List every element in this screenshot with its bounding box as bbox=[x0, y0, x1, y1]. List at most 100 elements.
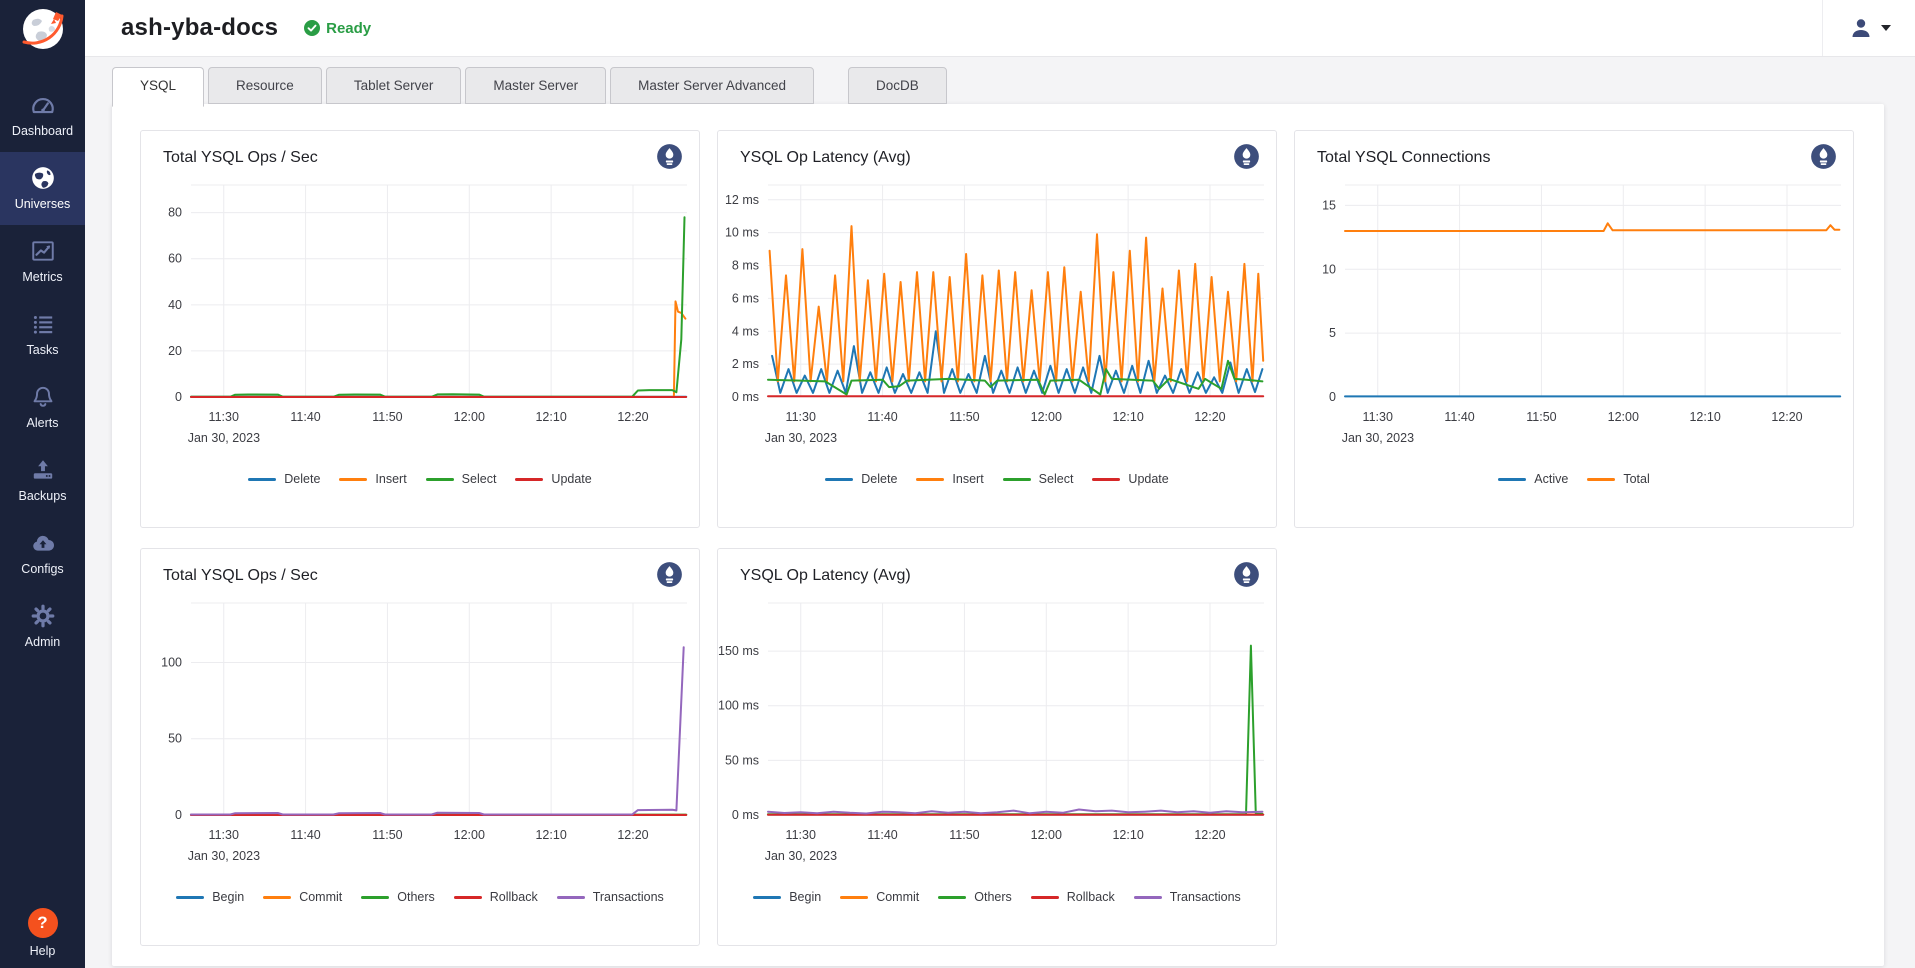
sidebar-item-backups[interactable]: Backups bbox=[0, 444, 85, 517]
svg-text:4 ms: 4 ms bbox=[732, 324, 759, 338]
status-label: Ready bbox=[326, 20, 371, 37]
sidebar-item-metrics[interactable]: Metrics bbox=[0, 225, 85, 298]
sidebar-item-dashboard[interactable]: Dashboard bbox=[0, 79, 85, 152]
chart-plot: 11:3011:4011:5012:0012:1012:20051015Jan … bbox=[1295, 169, 1853, 470]
sidebar-item-label: Admin bbox=[25, 635, 60, 649]
legend-swatch bbox=[1092, 478, 1120, 481]
bell-icon bbox=[30, 384, 56, 410]
svg-text:80: 80 bbox=[168, 206, 182, 220]
sidebar-item-help[interactable]: ? Help bbox=[0, 908, 85, 958]
chart-card-ysql-op-latency: YSQL Op Latency (Avg) 11:3011:4011:5012:… bbox=[717, 130, 1277, 528]
svg-text:11:40: 11:40 bbox=[290, 410, 320, 424]
legend-label: Commit bbox=[299, 890, 342, 904]
tab-content-panel: Total YSQL Ops / Sec 11:3011:4011:5012:0… bbox=[112, 104, 1884, 966]
tab-resource[interactable]: Resource bbox=[208, 67, 322, 104]
chart-card-total-ysql-ops: Total YSQL Ops / Sec 11:3011:4011:5012:0… bbox=[140, 130, 700, 528]
svg-text:2 ms: 2 ms bbox=[732, 357, 759, 371]
svg-text:12:10: 12:10 bbox=[535, 410, 566, 424]
legend-item[interactable]: Rollback bbox=[454, 890, 538, 904]
legend-item[interactable]: Insert bbox=[916, 472, 983, 486]
sidebar-item-admin[interactable]: Admin bbox=[0, 590, 85, 663]
sidebar-item-alerts[interactable]: Alerts bbox=[0, 371, 85, 444]
legend-item[interactable]: Commit bbox=[840, 890, 919, 904]
svg-text:Jan 30, 2023: Jan 30, 2023 bbox=[188, 431, 260, 445]
legend-item[interactable]: Select bbox=[1003, 472, 1074, 486]
svg-text:8 ms: 8 ms bbox=[732, 259, 759, 273]
svg-text:Jan 30, 2023: Jan 30, 2023 bbox=[765, 431, 837, 445]
legend-label: Total bbox=[1623, 472, 1649, 486]
sidebar-item-label: Configs bbox=[21, 562, 63, 576]
legend-item[interactable]: Active bbox=[1498, 472, 1568, 486]
main-content: YSQL Resource Tablet Server Master Serve… bbox=[85, 57, 1915, 968]
legend-item[interactable]: Select bbox=[426, 472, 497, 486]
tab-ysql[interactable]: YSQL bbox=[112, 67, 204, 107]
svg-text:12:00: 12:00 bbox=[454, 410, 485, 424]
tab-master-server[interactable]: Master Server bbox=[465, 67, 606, 104]
legend-swatch bbox=[426, 478, 454, 481]
metrics-tabs: YSQL Resource Tablet Server Master Serve… bbox=[112, 67, 951, 107]
svg-text:12:20: 12:20 bbox=[1771, 410, 1802, 424]
svg-text:12:20: 12:20 bbox=[1194, 828, 1225, 842]
legend-swatch bbox=[248, 478, 276, 481]
legend-item[interactable]: Commit bbox=[263, 890, 342, 904]
legend-item[interactable]: Update bbox=[1092, 472, 1168, 486]
legend-item[interactable]: Others bbox=[361, 890, 435, 904]
task-list-icon bbox=[30, 311, 56, 337]
chart-legend: Delete Insert Select Update bbox=[141, 472, 699, 486]
tab-tablet-server[interactable]: Tablet Server bbox=[326, 67, 462, 104]
legend-item[interactable]: Transactions bbox=[1134, 890, 1241, 904]
chart-legend: Begin Commit Others Rollback Transactions bbox=[141, 890, 699, 904]
svg-text:12:20: 12:20 bbox=[617, 828, 648, 842]
legend-label: Update bbox=[551, 472, 591, 486]
legend-item[interactable]: Insert bbox=[339, 472, 406, 486]
svg-text:40: 40 bbox=[168, 298, 182, 312]
prometheus-link-icon[interactable] bbox=[1233, 561, 1260, 588]
legend-label: Transactions bbox=[593, 890, 664, 904]
legend-item[interactable]: Delete bbox=[248, 472, 320, 486]
svg-text:150 ms: 150 ms bbox=[718, 644, 759, 658]
sidebar-item-universes[interactable]: Universes bbox=[0, 152, 85, 225]
prometheus-link-icon[interactable] bbox=[1810, 143, 1837, 170]
legend-item[interactable]: Rollback bbox=[1031, 890, 1115, 904]
sidebar-item-tasks[interactable]: Tasks bbox=[0, 298, 85, 371]
yugabyte-logo-icon bbox=[20, 6, 66, 52]
legend-label: Rollback bbox=[1067, 890, 1115, 904]
tab-docdb[interactable]: DocDB bbox=[848, 67, 947, 104]
sidebar-item-configs[interactable]: Configs bbox=[0, 517, 85, 590]
svg-text:0 ms: 0 ms bbox=[732, 808, 759, 822]
svg-text:11:40: 11:40 bbox=[1444, 410, 1474, 424]
legend-item[interactable]: Delete bbox=[825, 472, 897, 486]
svg-text:0: 0 bbox=[1329, 390, 1336, 404]
chart-title: YSQL Op Latency (Avg) bbox=[740, 149, 911, 166]
user-menu[interactable] bbox=[1822, 0, 1915, 56]
svg-text:11:30: 11:30 bbox=[209, 828, 239, 842]
user-icon bbox=[1849, 16, 1873, 40]
svg-text:10: 10 bbox=[1322, 262, 1336, 276]
svg-text:0: 0 bbox=[175, 390, 182, 404]
legend-swatch bbox=[1587, 478, 1615, 481]
legend-item[interactable]: Update bbox=[515, 472, 591, 486]
legend-item[interactable]: Total bbox=[1587, 472, 1649, 486]
legend-item[interactable]: Others bbox=[938, 890, 1012, 904]
chart-card-total-ysql-connections: Total YSQL Connections 11:3011:4011:5012… bbox=[1294, 130, 1854, 528]
tab-master-server-advanced[interactable]: Master Server Advanced bbox=[610, 67, 814, 104]
svg-text:11:30: 11:30 bbox=[786, 410, 816, 424]
legend-swatch bbox=[938, 896, 966, 899]
legend-label: Commit bbox=[876, 890, 919, 904]
svg-text:5: 5 bbox=[1329, 326, 1336, 340]
svg-text:11:40: 11:40 bbox=[867, 410, 897, 424]
legend-swatch bbox=[361, 896, 389, 899]
svg-text:100: 100 bbox=[161, 655, 182, 669]
svg-text:100 ms: 100 ms bbox=[718, 699, 759, 713]
prometheus-link-icon[interactable] bbox=[1233, 143, 1260, 170]
legend-item[interactable]: Transactions bbox=[557, 890, 664, 904]
svg-text:11:30: 11:30 bbox=[209, 410, 239, 424]
legend-item[interactable]: Begin bbox=[753, 890, 821, 904]
gauge-icon bbox=[30, 92, 56, 118]
prometheus-link-icon[interactable] bbox=[656, 143, 683, 170]
app-logo[interactable] bbox=[0, 0, 85, 57]
legend-item[interactable]: Begin bbox=[176, 890, 244, 904]
svg-text:6 ms: 6 ms bbox=[732, 291, 759, 305]
prometheus-link-icon[interactable] bbox=[656, 561, 683, 588]
svg-text:11:50: 11:50 bbox=[949, 828, 979, 842]
